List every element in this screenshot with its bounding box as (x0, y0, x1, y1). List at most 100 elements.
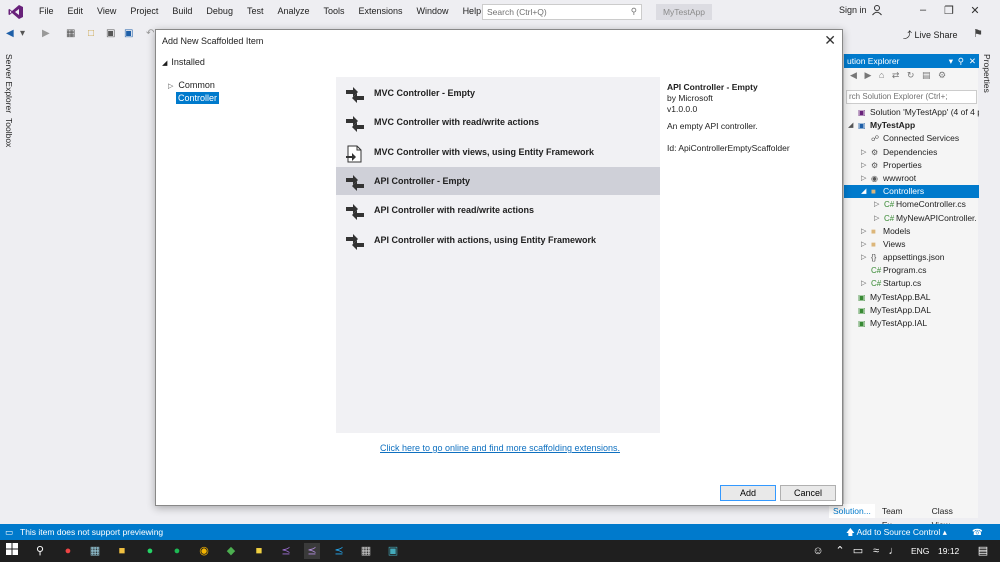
people-icon[interactable]: ☺ (810, 543, 826, 559)
save-all-icon[interactable]: ▣ (124, 28, 133, 39)
menu-file[interactable]: File (32, 0, 61, 23)
search-input[interactable]: Search (Ctrl+Q) ⚲ (482, 4, 642, 20)
tab-team-explorer[interactable]: Team Ex... (878, 504, 925, 530)
menu-project[interactable]: Project (123, 0, 165, 23)
app-icon-1[interactable]: ● (60, 543, 76, 559)
back-icon[interactable]: ◀ (6, 28, 14, 39)
notes-app-icon[interactable]: ▦ (87, 543, 103, 559)
online-extensions-link[interactable]: Click here to go online and find more sc… (380, 443, 620, 453)
volume-icon[interactable]: ♩ (886, 543, 902, 559)
menu-debug[interactable]: Debug (199, 0, 240, 23)
template-item[interactable]: API Controller with read/write actions (336, 196, 660, 224)
image-viewer-icon[interactable]: ▣ (385, 543, 401, 559)
tree-item[interactable]: ◢ ▣ MyTestApp (844, 119, 979, 132)
forward-icon[interactable]: ▶ (42, 28, 50, 39)
home-icon[interactable]: ⌂ (879, 70, 884, 80)
properties-icon[interactable]: ⚙ (938, 70, 946, 80)
back-icon[interactable]: ◀ (850, 70, 857, 80)
template-item[interactable]: API Controller with actions, using Entit… (336, 226, 660, 254)
chevron-up-icon[interactable]: ⌃ (832, 543, 848, 559)
menu-build[interactable]: Build (165, 0, 199, 23)
collapsed-arrow-icon[interactable]: ▷ (861, 251, 866, 264)
tree-item[interactable]: ▷ ■ Views (844, 238, 979, 251)
category-common[interactable]: ▷ Common (168, 80, 215, 90)
tab-solution-explorer[interactable]: Solution... (829, 504, 875, 518)
whatsapp-icon[interactable]: ● (142, 543, 158, 559)
template-item[interactable]: MVC Controller with views, using Entity … (336, 138, 660, 166)
collapsed-arrow-icon[interactable]: ▷ (861, 172, 866, 185)
app-icon-2[interactable]: ◆ (223, 543, 239, 559)
visual-studio-logo-icon[interactable] (4, 0, 28, 23)
installed-header[interactable]: ◢ Installed (162, 57, 205, 67)
account-icon[interactable] (871, 4, 883, 18)
new-project-icon[interactable]: ▦ (66, 28, 75, 39)
dialog-close-button[interactable]: ✕ (824, 32, 836, 49)
restore-button[interactable]: ❐ (939, 4, 959, 17)
toolbox-tab[interactable]: Toolbox (4, 118, 14, 147)
sign-in-link[interactable]: Sign in (839, 5, 867, 15)
menu-analyze[interactable]: Analyze (270, 0, 316, 23)
add-to-source-control-button[interactable]: 🡅 Add to Source Control ▴ (846, 524, 947, 540)
template-item[interactable]: API Controller - Empty (336, 166, 660, 195)
tree-item[interactable]: ▷ C# Startup.cs (844, 277, 979, 290)
tree-item[interactable]: ▷ ◉ wwwroot (844, 172, 979, 185)
language-indicator[interactable]: ENG (911, 546, 929, 556)
add-button[interactable]: Add (720, 485, 776, 501)
menu-view[interactable]: View (90, 0, 123, 23)
cancel-button[interactable]: Cancel (780, 485, 836, 501)
tree-item[interactable]: ▣ MyTestApp.IAL (844, 317, 979, 330)
tree-item[interactable]: ▣ MyTestApp.BAL (844, 291, 979, 304)
tab-class-view[interactable]: Class View (928, 504, 976, 530)
dropdown-icon[interactable]: ▾ (20, 28, 25, 39)
file-explorer-icon[interactable]: ■ (114, 543, 130, 559)
properties-tab[interactable]: Properties (982, 54, 992, 93)
expanded-arrow-icon[interactable]: ◢ (861, 185, 866, 198)
close-window-button[interactable]: ✕ (965, 4, 985, 17)
collapsed-arrow-icon[interactable]: ▷ (861, 146, 866, 159)
tree-item[interactable]: ▷ ■ Models (844, 225, 979, 238)
clock[interactable]: 19:12 (938, 546, 959, 556)
dropdown-icon[interactable]: ▾ (949, 54, 953, 68)
solution-explorer-search-input[interactable]: rch Solution Explorer (Ctrl+; (846, 90, 977, 104)
vscode-icon[interactable]: ⪯ (331, 543, 347, 559)
menu-tools[interactable]: Tools (317, 0, 352, 23)
forward-icon[interactable]: ▶ (864, 70, 871, 80)
minimize-button[interactable]: – (913, 4, 933, 16)
collapsed-arrow-icon[interactable]: ▷ (861, 238, 866, 251)
tree-item[interactable]: ▷ ⚙ Dependencies (844, 146, 979, 159)
undo-icon[interactable]: ↶ (146, 28, 154, 39)
menu-extensions[interactable]: Extensions (352, 0, 410, 23)
wifi-icon[interactable]: ≈ (868, 543, 884, 559)
pin-icon[interactable]: ⚲ (958, 54, 964, 68)
tree-item[interactable]: ☍ Connected Services (844, 132, 979, 145)
visual-studio-icon-2[interactable]: ⪯ (304, 543, 320, 559)
tree-item[interactable]: ▷ C# HomeController.cs (844, 198, 979, 211)
open-folder-icon[interactable]: □ (88, 28, 94, 39)
collapsed-arrow-icon[interactable]: ▷ (874, 198, 879, 211)
collapse-icon[interactable]: ▤ (922, 70, 931, 80)
tree-item[interactable]: ▷ {} appsettings.json (844, 251, 979, 264)
collapsed-arrow-icon[interactable]: ▷ (861, 277, 866, 290)
server-explorer-tab[interactable]: Server Explorer (4, 54, 14, 113)
app-icon-3[interactable]: ▦ (358, 543, 374, 559)
save-icon[interactable]: ▣ (106, 28, 115, 39)
action-center-icon[interactable]: ▤ (975, 543, 991, 559)
pending-changes-icon[interactable]: ↻ (907, 70, 915, 80)
collapsed-arrow-icon[interactable]: ▷ (874, 212, 879, 225)
notifications-icon[interactable]: ☎ (972, 524, 983, 540)
tree-item[interactable]: C# Program.cs (844, 264, 979, 277)
sticky-notes-icon[interactable]: ■ (251, 543, 267, 559)
tree-item[interactable]: ◢ ■ Controllers (844, 185, 979, 199)
chrome-icon[interactable]: ◉ (196, 543, 212, 559)
spotify-icon[interactable]: ● (169, 543, 185, 559)
tree-item[interactable]: ▣ MyTestApp.DAL (844, 304, 979, 317)
search-icon[interactable]: ⚲ (32, 543, 48, 559)
template-item[interactable]: MVC Controller with read/write actions (336, 108, 660, 136)
close-panel-icon[interactable]: ✕ (969, 54, 976, 68)
expanded-arrow-icon[interactable]: ◢ (848, 119, 853, 132)
collapsed-arrow-icon[interactable]: ▷ (861, 225, 866, 238)
tree-item[interactable]: ▷ ⚙ Properties (844, 159, 979, 172)
visual-studio-icon-1[interactable]: ⪯ (278, 543, 294, 559)
live-share-button[interactable]: ⤴ Live Share (903, 28, 958, 41)
menu-edit[interactable]: Edit (61, 0, 91, 23)
